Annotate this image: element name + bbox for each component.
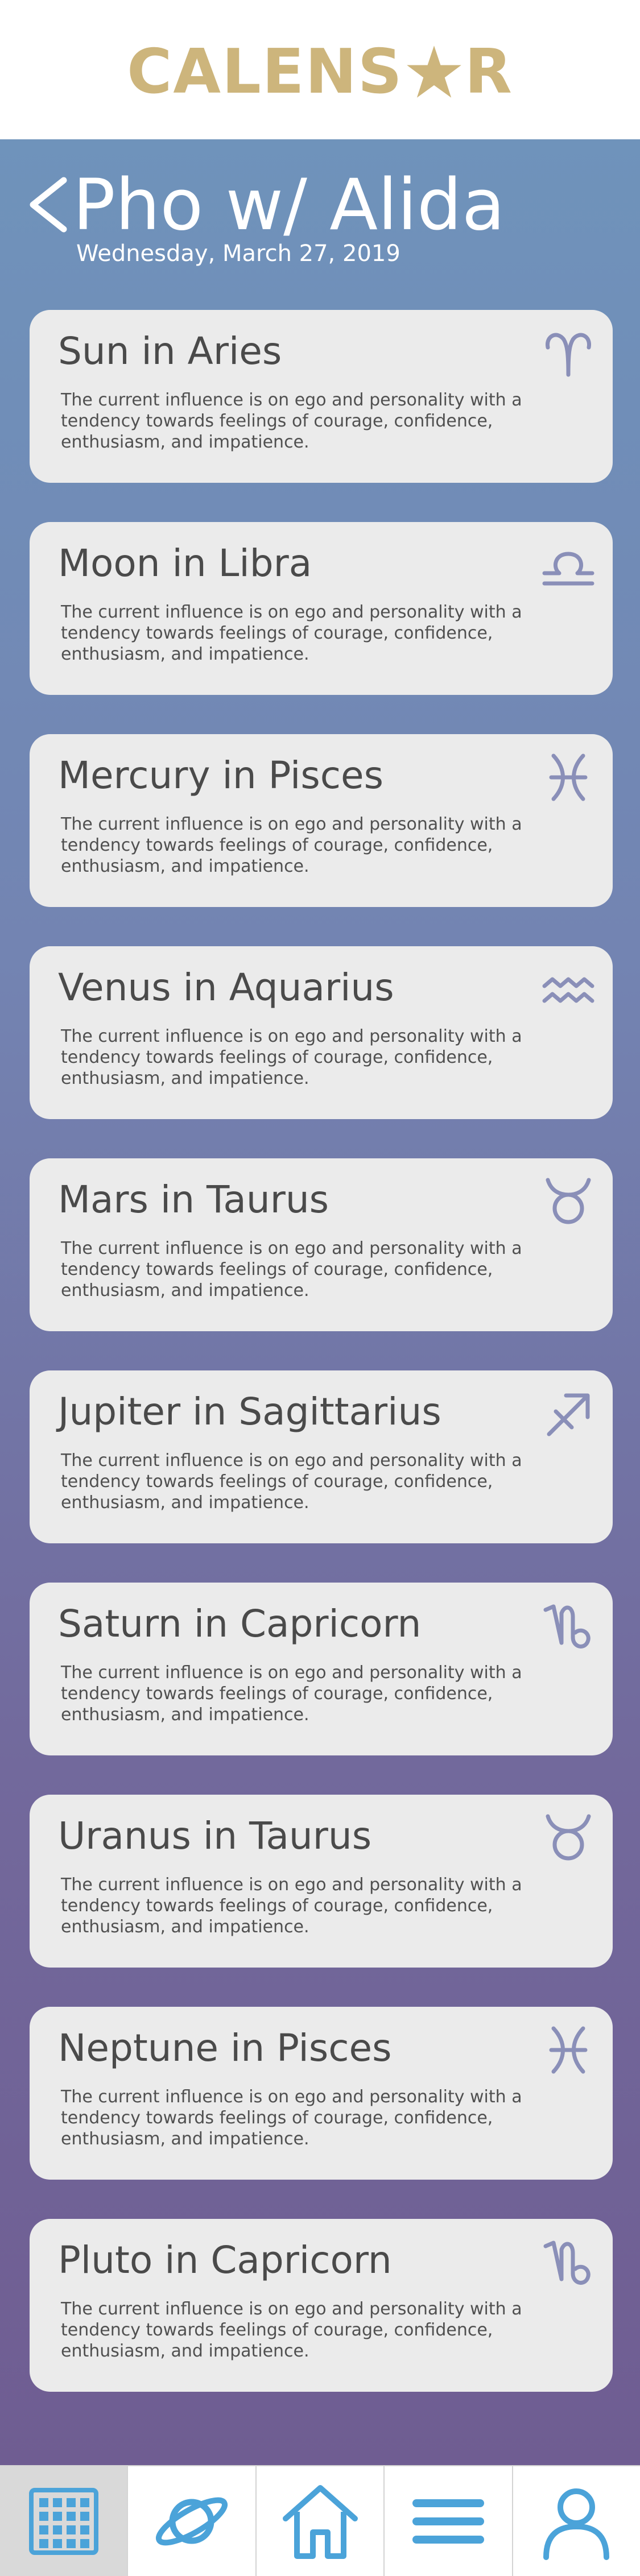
- planet-icon: [156, 2497, 228, 2545]
- placement-title: Venus in Aquarius: [58, 966, 394, 1009]
- placement-card[interactable]: Sun in Aries The current influence is on …: [30, 310, 613, 483]
- pisces-icon: [540, 749, 597, 806]
- placement-card[interactable]: Venus in Aquarius The current influence i…: [30, 946, 613, 1119]
- nav-calendar-button[interactable]: [0, 2466, 129, 2576]
- menu-icon: [412, 2499, 484, 2544]
- home-icon: [282, 2484, 358, 2559]
- logo-text-left: CALENS: [127, 36, 403, 107]
- placement-description: The current influence is on ego and pers…: [61, 2087, 522, 2149]
- placement-description: The current influence is on ego and pers…: [61, 1026, 522, 1088]
- nav-menu-button[interactable]: [385, 2466, 513, 2576]
- libra-icon: [540, 537, 597, 594]
- placement-description: The current influence is on ego and pers…: [61, 390, 522, 452]
- placement-description: The current influence is on ego and pers…: [61, 814, 522, 876]
- back-button[interactable]: [25, 173, 71, 236]
- taurus-icon: [540, 1809, 597, 1866]
- placement-description: The current influence is on ego and pers…: [61, 1451, 522, 1513]
- placement-card[interactable]: Saturn in Capricorn The current influence…: [30, 1583, 613, 1755]
- placement-title: Jupiter in Sagittarius: [58, 1390, 441, 1434]
- placement-card[interactable]: Pluto in Capricorn The current influence …: [30, 2219, 613, 2392]
- placement-title: Mercury in Pisces: [58, 753, 384, 797]
- star-icon: [403, 43, 465, 102]
- placement-card[interactable]: Jupiter in Sagittarius The current influe…: [30, 1370, 613, 1543]
- placement-description: The current influence is on ego and pers…: [61, 1663, 522, 1725]
- event-date: Wednesday, March 27, 2019: [76, 241, 400, 267]
- taurus-icon: [540, 1173, 597, 1230]
- chevron-left-icon: [30, 177, 67, 233]
- bottom-nav: [0, 2465, 640, 2576]
- event-title: Pho w/ Alida: [73, 164, 505, 246]
- sagittarius-icon: [540, 1385, 597, 1442]
- placement-card[interactable]: Mars in Taurus The current influence is o…: [30, 1158, 613, 1331]
- placement-title: Mars in Taurus: [58, 1178, 329, 1221]
- placement-title: Sun in Aries: [58, 329, 282, 373]
- placement-title: Moon in Libra: [58, 541, 312, 585]
- placement-card[interactable]: Uranus in Taurus The current influence is…: [30, 1795, 613, 1968]
- placement-card[interactable]: Moon in Libra The current influence is on…: [30, 522, 613, 695]
- capricorn-icon: [540, 2234, 597, 2291]
- nav-planets-button[interactable]: [128, 2466, 257, 2576]
- placement-description: The current influence is on ego and pers…: [61, 1239, 522, 1301]
- calendar-icon: [28, 2487, 98, 2555]
- placement-description: The current influence is on ego and pers…: [61, 2299, 522, 2361]
- placement-title: Neptune in Pisces: [58, 2026, 392, 2070]
- calenstar-logo: CALENS R: [127, 36, 513, 107]
- placement-description: The current influence is on ego and pers…: [61, 602, 522, 664]
- event-detail-panel: Pho w/ Alida Wednesday, March 27, 2019 S…: [0, 139, 640, 2465]
- profile-icon: [543, 2488, 610, 2560]
- placement-title: Pluto in Capricorn: [58, 2238, 392, 2282]
- capricorn-icon: [540, 1597, 597, 1654]
- placement-title: Saturn in Capricorn: [58, 1602, 422, 1646]
- nav-profile-button[interactable]: [513, 2466, 640, 2576]
- pisces-icon: [540, 2022, 597, 2078]
- app-header: CALENS R: [0, 0, 640, 139]
- nav-home-button[interactable]: [256, 2466, 385, 2576]
- placement-card[interactable]: Mercury in Pisces The current influence i…: [30, 734, 613, 907]
- placement-description: The current influence is on ego and pers…: [61, 1875, 522, 1937]
- aries-icon: [540, 325, 597, 382]
- logo-text-right: R: [464, 36, 513, 107]
- aquarius-icon: [540, 961, 597, 1018]
- placement-card[interactable]: Neptune in Pisces The current influence i…: [30, 2007, 613, 2180]
- placement-title: Uranus in Taurus: [58, 1814, 372, 1858]
